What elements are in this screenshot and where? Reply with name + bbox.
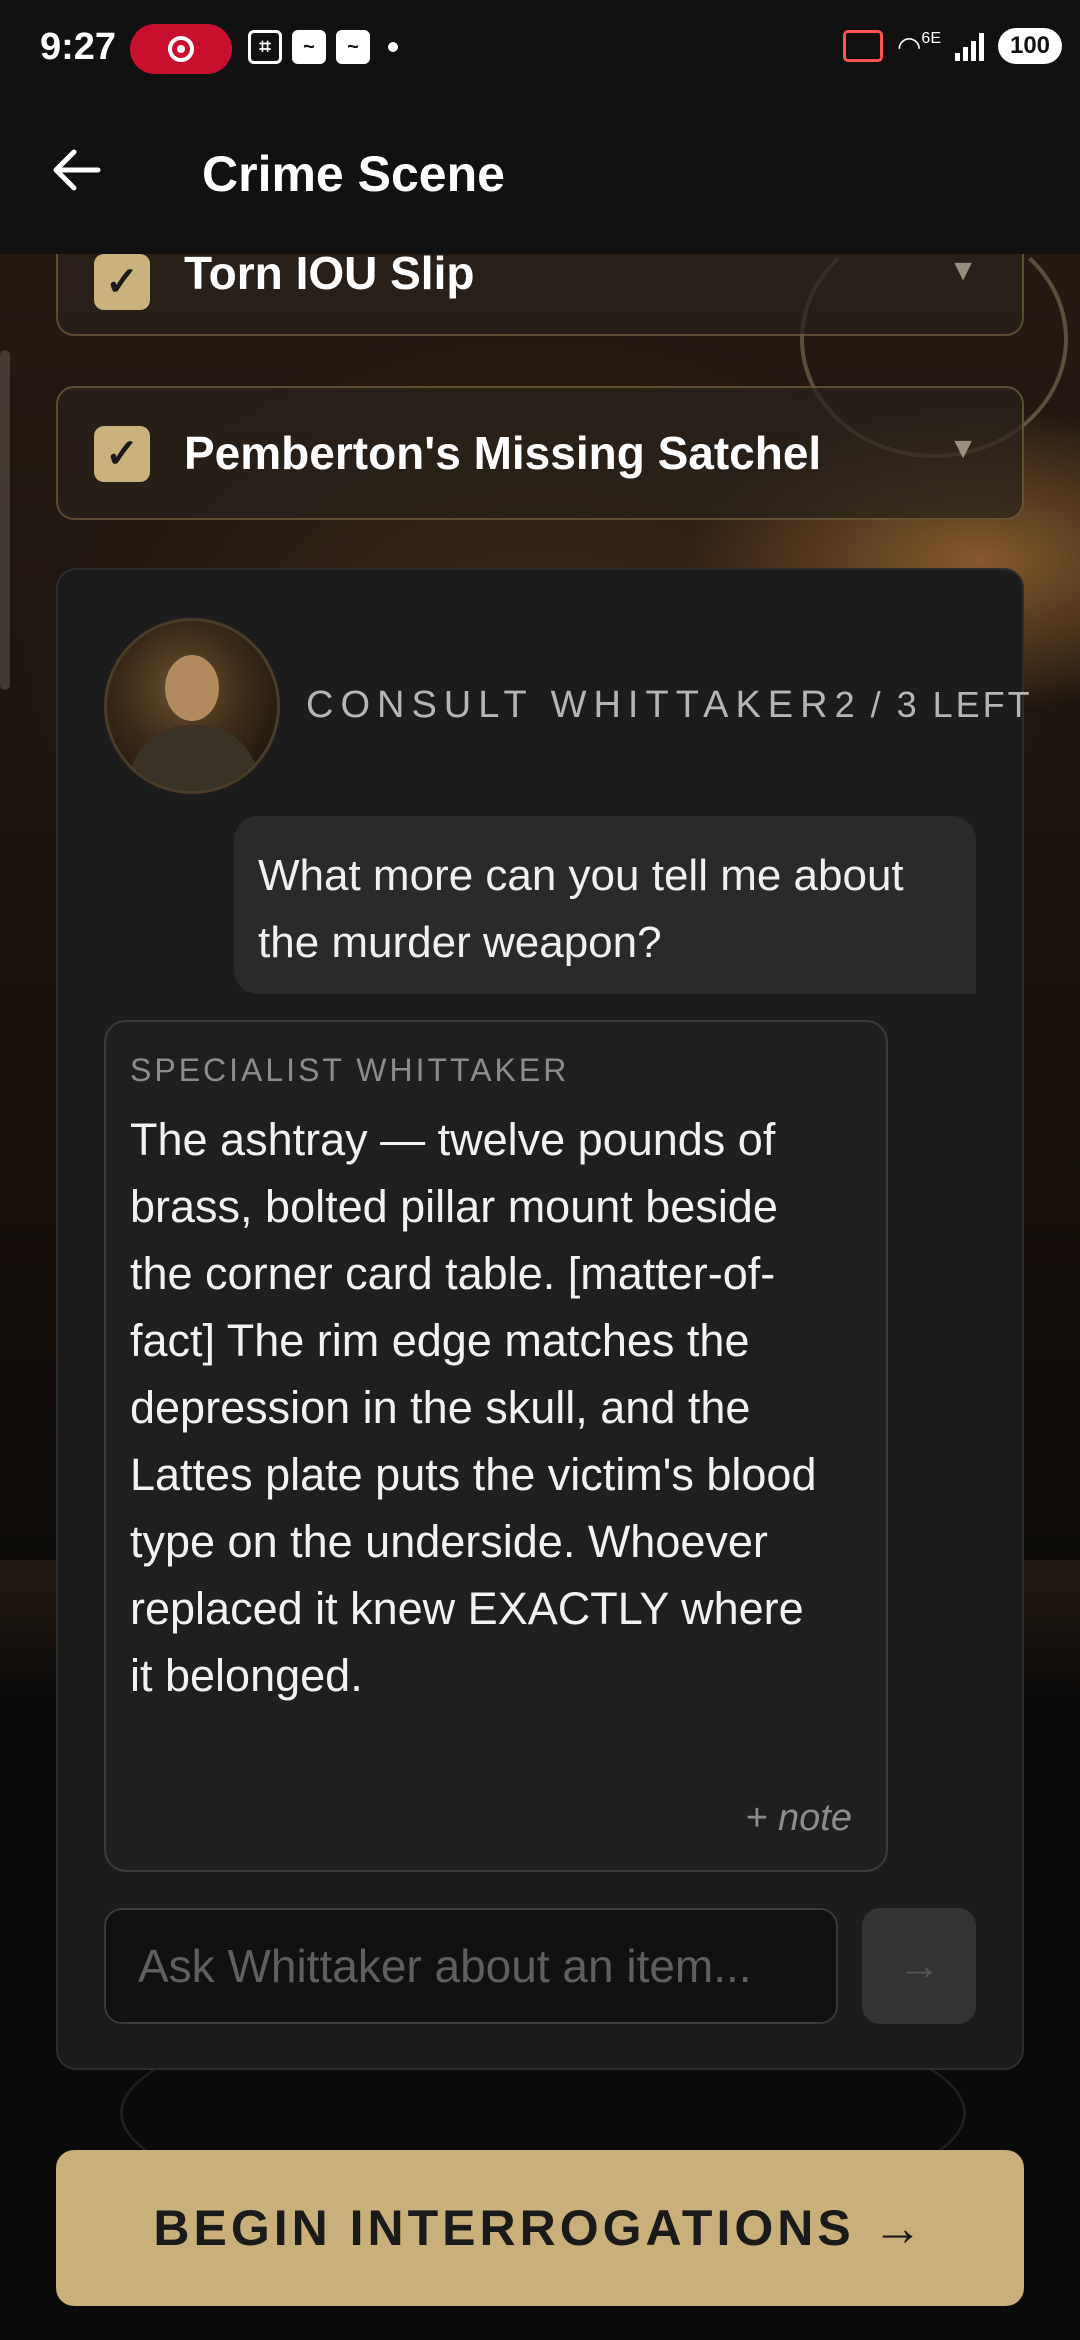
specialist-name: SPECIALIST WHITTAKER [130,1052,570,1088]
specialist-message-text: The ashtray — twelve pounds of brass, bo… [130,1114,817,1701]
notification-icons: ⌗ ~ ~ [248,30,398,64]
send-arrow-icon[interactable]: → [862,1908,976,2024]
status-bar: 9:27 ⌗ ~ ~ ◠6E 100 [0,0,1080,100]
cast-icon [842,30,883,62]
app-notification-icon-2: ~ [336,30,370,64]
app-notification-icon: ~ [292,30,326,64]
user-message-bubble: What more can you tell me about the murd… [234,816,976,994]
signal-icon [955,31,984,61]
begin-interrogations-button[interactable]: BEGIN INTERROGATIONS → [56,2150,1024,2306]
ask-whittaker-input[interactable] [104,1908,838,2024]
system-icons: ◠6E 100 [842,28,1062,64]
edge-scroll-indicator [0,350,10,690]
page-title: Crime Scene [202,146,505,202]
chevron-down-icon[interactable]: ▼ [948,432,978,466]
status-time: 9:27 [40,26,117,68]
whittaker-avatar [104,618,280,794]
evidence-item[interactable]: ✓ Pemberton's Missing Satchel ▼ [56,386,1024,520]
wifi-icon: ◠6E [896,29,941,62]
screen-record-icon [130,24,232,74]
specialist-message-bubble: SPECIALIST WHITTAKER The ashtray — twelv… [104,1020,888,1872]
evidence-label: Pemberton's Missing Satchel [184,427,822,479]
back-arrow-icon[interactable] [52,148,102,192]
consult-remaining-count: 2 / 3 LEFT [834,684,1033,725]
chevron-down-icon[interactable]: ▼ [948,254,978,288]
more-notifications-dot-icon [388,42,398,52]
evidence-label: Torn IOU Slip [184,247,475,299]
consult-title: CONSULT WHITTAKER [306,684,835,726]
checkbox-checked-icon[interactable]: ✓ [94,254,150,310]
add-note-button[interactable]: + note [745,1797,852,1840]
checkbox-checked-icon[interactable]: ✓ [94,426,150,482]
network-label: 6E [921,29,941,47]
battery-icon: 100 [998,28,1062,64]
app-bar-overlay [0,100,1080,254]
consult-heading: CONSULT WHITTAKER2 / 3 LEFT [306,684,1033,727]
screenshot-icon: ⌗ [248,30,282,64]
